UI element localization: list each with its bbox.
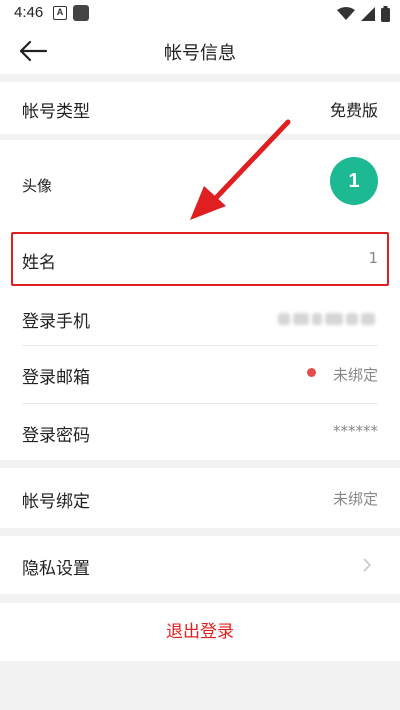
email-row[interactable]: 登录邮箱 未绑定 [0,346,400,404]
account-type-row: 帐号类型 免费版 [0,82,400,134]
nav-bar: 帐号信息 [0,28,400,74]
password-row[interactable]: 登录密码 ****** [0,404,400,462]
password-value: ****** [333,422,378,440]
binding-label: 帐号绑定 [22,492,90,512]
battery-icon [381,6,390,22]
wifi-icon [337,7,355,20]
notification-square-icon [73,5,89,21]
unbound-dot [307,368,316,377]
email-label: 登录邮箱 [22,368,90,388]
privacy-label: 隐私设置 [22,559,90,579]
avatar-label: 头像 [22,177,53,195]
password-label: 登录密码 [22,426,90,446]
chevron-right-icon [363,558,372,572]
account-type-label: 帐号类型 [22,102,90,122]
highlight-box [11,232,389,286]
signal-icon [361,7,375,21]
status-icons [337,4,390,24]
status-time: 4:46 [14,4,44,21]
email-value: 未绑定 [332,366,378,384]
account-type-value: 免费版 [329,101,378,120]
notification-a-icon: A [53,6,67,20]
avatar[interactable]: 1 [330,157,378,205]
page-title: 帐号信息 [164,43,236,64]
binding-value: 未绑定 [332,490,378,508]
privacy-row[interactable]: 隐私设置 [0,536,400,594]
status-bar: 4:46 A [0,0,400,28]
phone-label: 登录手机 [22,312,90,332]
logout-button[interactable]: 退出登录 [0,603,400,661]
binding-row[interactable]: 帐号绑定 未绑定 [0,468,400,528]
phone-value-blurred [278,309,378,329]
